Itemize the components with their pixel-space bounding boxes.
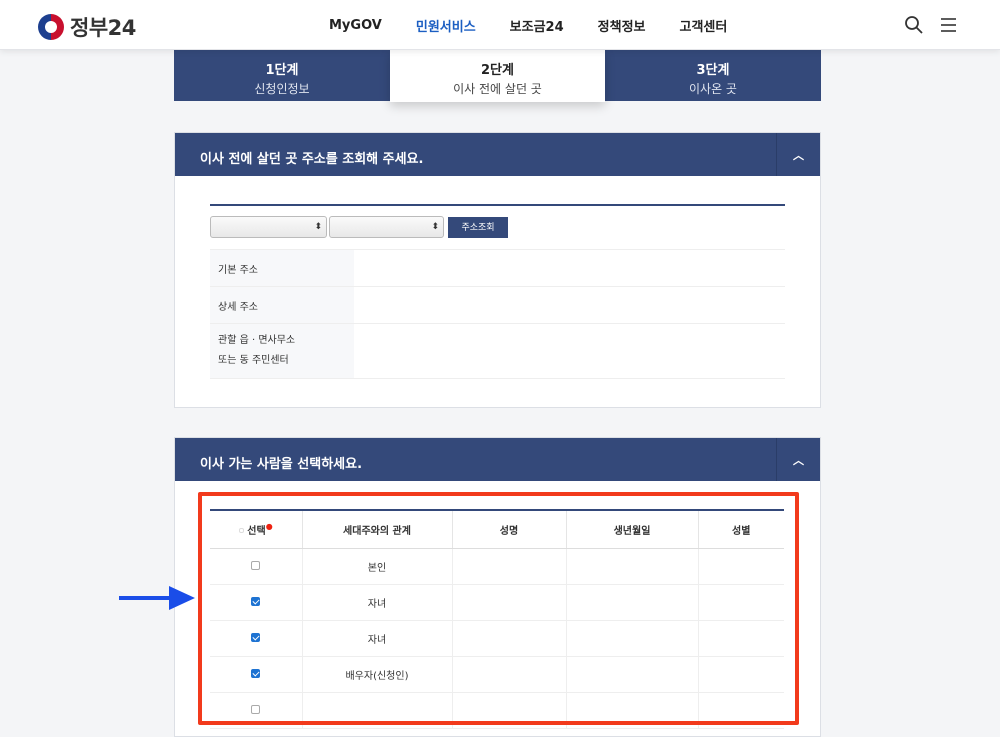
jurisdiction-office-row: 관할 읍 · 면사무소 또는 동 주민센터	[210, 324, 785, 379]
step-3-number: 3단계	[696, 63, 730, 78]
previous-address-panel: 이사 전에 살던 곳 주소를 조회해 주세요. ︿ ⬍ ⬍ 주소조회 기본 주소…	[174, 132, 821, 408]
hamburger-menu-icon[interactable]	[938, 15, 958, 35]
basic-address-row: 기본 주소	[210, 250, 785, 287]
highlight-frame	[198, 492, 799, 725]
jurisdiction-office-value	[354, 324, 785, 378]
step-3-label: 이사온 곳	[689, 82, 737, 96]
pointer-arrow-icon	[119, 586, 195, 610]
address-select-row: ⬍ ⬍ 주소조회	[210, 206, 785, 250]
search-icon[interactable]	[904, 15, 924, 35]
previous-address-panel-header: 이사 전에 살던 곳 주소를 조회해 주세요. ︿	[175, 133, 820, 176]
nav-mygov[interactable]: MyGOV	[329, 18, 382, 33]
moving-people-panel-header: 이사 가는 사람을 선택하세요. ︿	[175, 438, 820, 481]
gov24-logo[interactable]: 정부24	[38, 12, 136, 42]
step-1-number: 1단계	[265, 63, 299, 78]
panel-title: 이사 가는 사람을 선택하세요.	[200, 457, 363, 472]
main-nav: MyGOV 민원서비스 보조금24 정책정보 고객센터	[312, 0, 744, 50]
city-select[interactable]: ⬍	[210, 216, 327, 238]
taegeuk-emblem-icon	[38, 14, 64, 40]
step-2-number: 2단계	[481, 63, 514, 78]
nav-customer-center[interactable]: 고객센터	[680, 16, 728, 35]
basic-address-value	[354, 250, 785, 286]
address-lookup-button[interactable]: 주소조회	[448, 217, 508, 238]
nav-civil-service[interactable]: 민원서비스	[416, 16, 476, 35]
panel-title: 이사 전에 살던 곳 주소를 조회해 주세요.	[200, 152, 424, 167]
district-select[interactable]: ⬍	[329, 216, 444, 238]
address-form: ⬍ ⬍ 주소조회 기본 주소 상세 주소 관할 읍 · 면사무소 또는 동 주민…	[210, 204, 785, 379]
top-header: 정부24 MyGOV 민원서비스 보조금24 정책정보 고객센터	[0, 0, 1000, 50]
step-2-label: 이사 전에 살던 곳	[453, 82, 542, 96]
logo-text: 정부24	[70, 16, 136, 40]
step-1: 1단계 신청인정보	[174, 50, 390, 101]
jurisdiction-label-line1: 관할 읍 · 면사무소	[218, 335, 296, 346]
detail-address-value	[354, 287, 785, 323]
collapse-chevron-up-icon[interactable]: ︿	[776, 438, 820, 481]
step-2-current: 2단계 이사 전에 살던 곳	[390, 50, 605, 102]
jurisdiction-office-label: 관할 읍 · 면사무소 또는 동 주민센터	[210, 324, 354, 378]
nav-policy-info[interactable]: 정책정보	[598, 16, 646, 35]
step-1-label: 신청인정보	[254, 82, 310, 96]
detail-address-row: 상세 주소	[210, 287, 785, 324]
jurisdiction-label-line2: 또는 동 주민센터	[218, 355, 289, 366]
collapse-chevron-up-icon[interactable]: ︿	[776, 133, 820, 176]
step-3: 3단계 이사온 곳	[605, 50, 821, 101]
nav-subsidy[interactable]: 보조금24	[510, 16, 564, 35]
basic-address-label: 기본 주소	[210, 250, 354, 286]
detail-address-label: 상세 주소	[210, 287, 354, 323]
